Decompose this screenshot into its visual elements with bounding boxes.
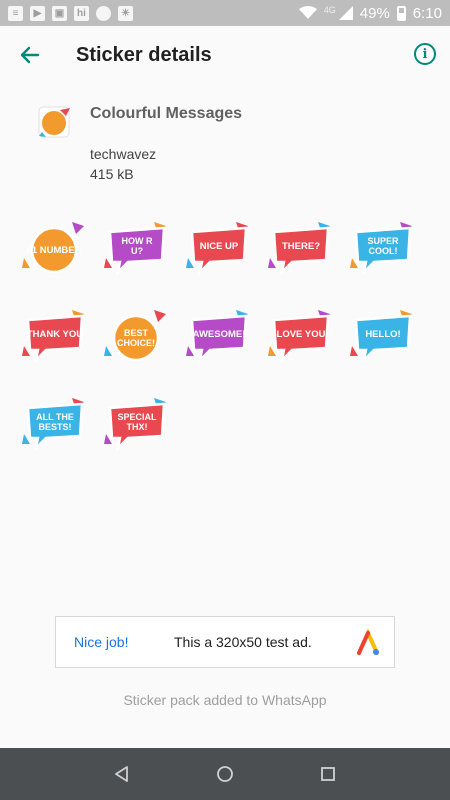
battery-percent: 49% — [359, 4, 390, 22]
page-title: Sticker details — [76, 43, 212, 66]
info-button[interactable]: i — [414, 43, 436, 65]
ad-choices-icon[interactable] — [354, 629, 382, 657]
arrow-back-icon — [20, 46, 40, 64]
nav-recents-button[interactable] — [308, 754, 348, 794]
clock: 6:10 — [412, 4, 442, 22]
sticker-image: HOW R U? — [104, 222, 166, 276]
sticker-image: AWESOME! — [186, 310, 248, 364]
pack-publisher: techwavez — [90, 146, 157, 162]
sticker-text: SUPER COOL! — [367, 236, 399, 256]
navigation-bar — [0, 748, 450, 800]
signal-icon — [338, 6, 353, 20]
square-recents-icon — [321, 767, 336, 781]
weather-icon: ☀ — [118, 5, 133, 21]
sticker-text: LOVE YOU — [277, 329, 326, 340]
ad-banner[interactable]: Nice job! This a 320x50 test ad. — [55, 616, 395, 668]
sticker-image: BEST CHOICE! — [104, 310, 166, 362]
pack-name: Colourful Messages — [90, 105, 243, 122]
pack-tray-icon — [36, 104, 72, 140]
sticker-image: ALL THE BESTS! — [22, 398, 84, 452]
sticker-text: #1 NUMBER — [27, 245, 82, 256]
sticker-image: SUPER COOL! — [350, 222, 412, 276]
sticker-text: ALL THE BESTS! — [36, 412, 74, 432]
sticker-item[interactable]: SPECIAL THX! — [104, 394, 172, 456]
back-button[interactable] — [0, 26, 60, 84]
hi-icon: hi — [74, 5, 89, 21]
tv-icon: ▣ — [52, 5, 67, 21]
sticker-image: SPECIAL THX! — [104, 398, 166, 452]
ad-label: Nice job! — [74, 634, 129, 650]
sticker-image: THERE? — [268, 222, 330, 276]
sticker-image: #1 NUMBER — [22, 222, 84, 274]
sticker-item[interactable]: ALL THE BESTS! — [22, 394, 90, 456]
sticker-item[interactable]: THANK YOU — [22, 306, 90, 368]
sticker-image: THANK YOU — [22, 310, 84, 364]
network-type: 4G — [323, 5, 336, 15]
sticker-image: HELLO! — [350, 310, 412, 364]
notes-icon: ≡ — [8, 5, 23, 21]
sticker-item[interactable]: #1 NUMBER — [22, 218, 90, 280]
notification-icons: ≡ ▶ ▣ hi ☀ — [8, 5, 133, 21]
sticker-item[interactable]: BEST CHOICE! — [104, 306, 172, 368]
ad-text: This a 320x50 test ad. — [174, 634, 312, 650]
app-bar: Sticker details i — [0, 26, 450, 84]
nav-home-button[interactable] — [205, 754, 245, 794]
wifi-icon — [298, 6, 317, 19]
sticker-item[interactable]: HELLO! — [350, 306, 418, 368]
status-message: Sticker pack added to WhatsApp — [123, 692, 327, 708]
nav-back-button[interactable] — [102, 754, 142, 794]
tv-icon: ▶ — [30, 5, 45, 21]
sticker-item[interactable]: SUPER COOL! — [350, 218, 418, 280]
sticker-image: NICE UP — [186, 222, 248, 276]
triangle-back-icon — [114, 766, 128, 782]
sticker-text: THERE? — [282, 241, 320, 252]
info-icon: i — [422, 46, 428, 62]
sticker-text: AWESOME! — [193, 329, 246, 340]
pack-size: 415 kB — [90, 166, 134, 182]
circle-icon — [96, 5, 111, 21]
sticker-text: NICE UP — [200, 241, 239, 252]
circle-home-icon — [217, 766, 233, 782]
sticker-item[interactable]: NICE UP — [186, 218, 254, 280]
sticker-item[interactable]: HOW R U? — [104, 218, 172, 280]
sticker-text: HELLO! — [365, 329, 400, 340]
sticker-item[interactable]: LOVE YOU — [268, 306, 336, 368]
sticker-text: THANK YOU — [27, 329, 83, 340]
status-bar: ≡ ▶ ▣ hi ☀ 4G 49% 6:10 — [0, 0, 450, 26]
battery-icon — [396, 5, 406, 21]
sticker-item[interactable]: THERE? — [268, 218, 336, 280]
sticker-item[interactable]: AWESOME! — [186, 306, 254, 368]
sticker-image: LOVE YOU — [268, 310, 330, 364]
